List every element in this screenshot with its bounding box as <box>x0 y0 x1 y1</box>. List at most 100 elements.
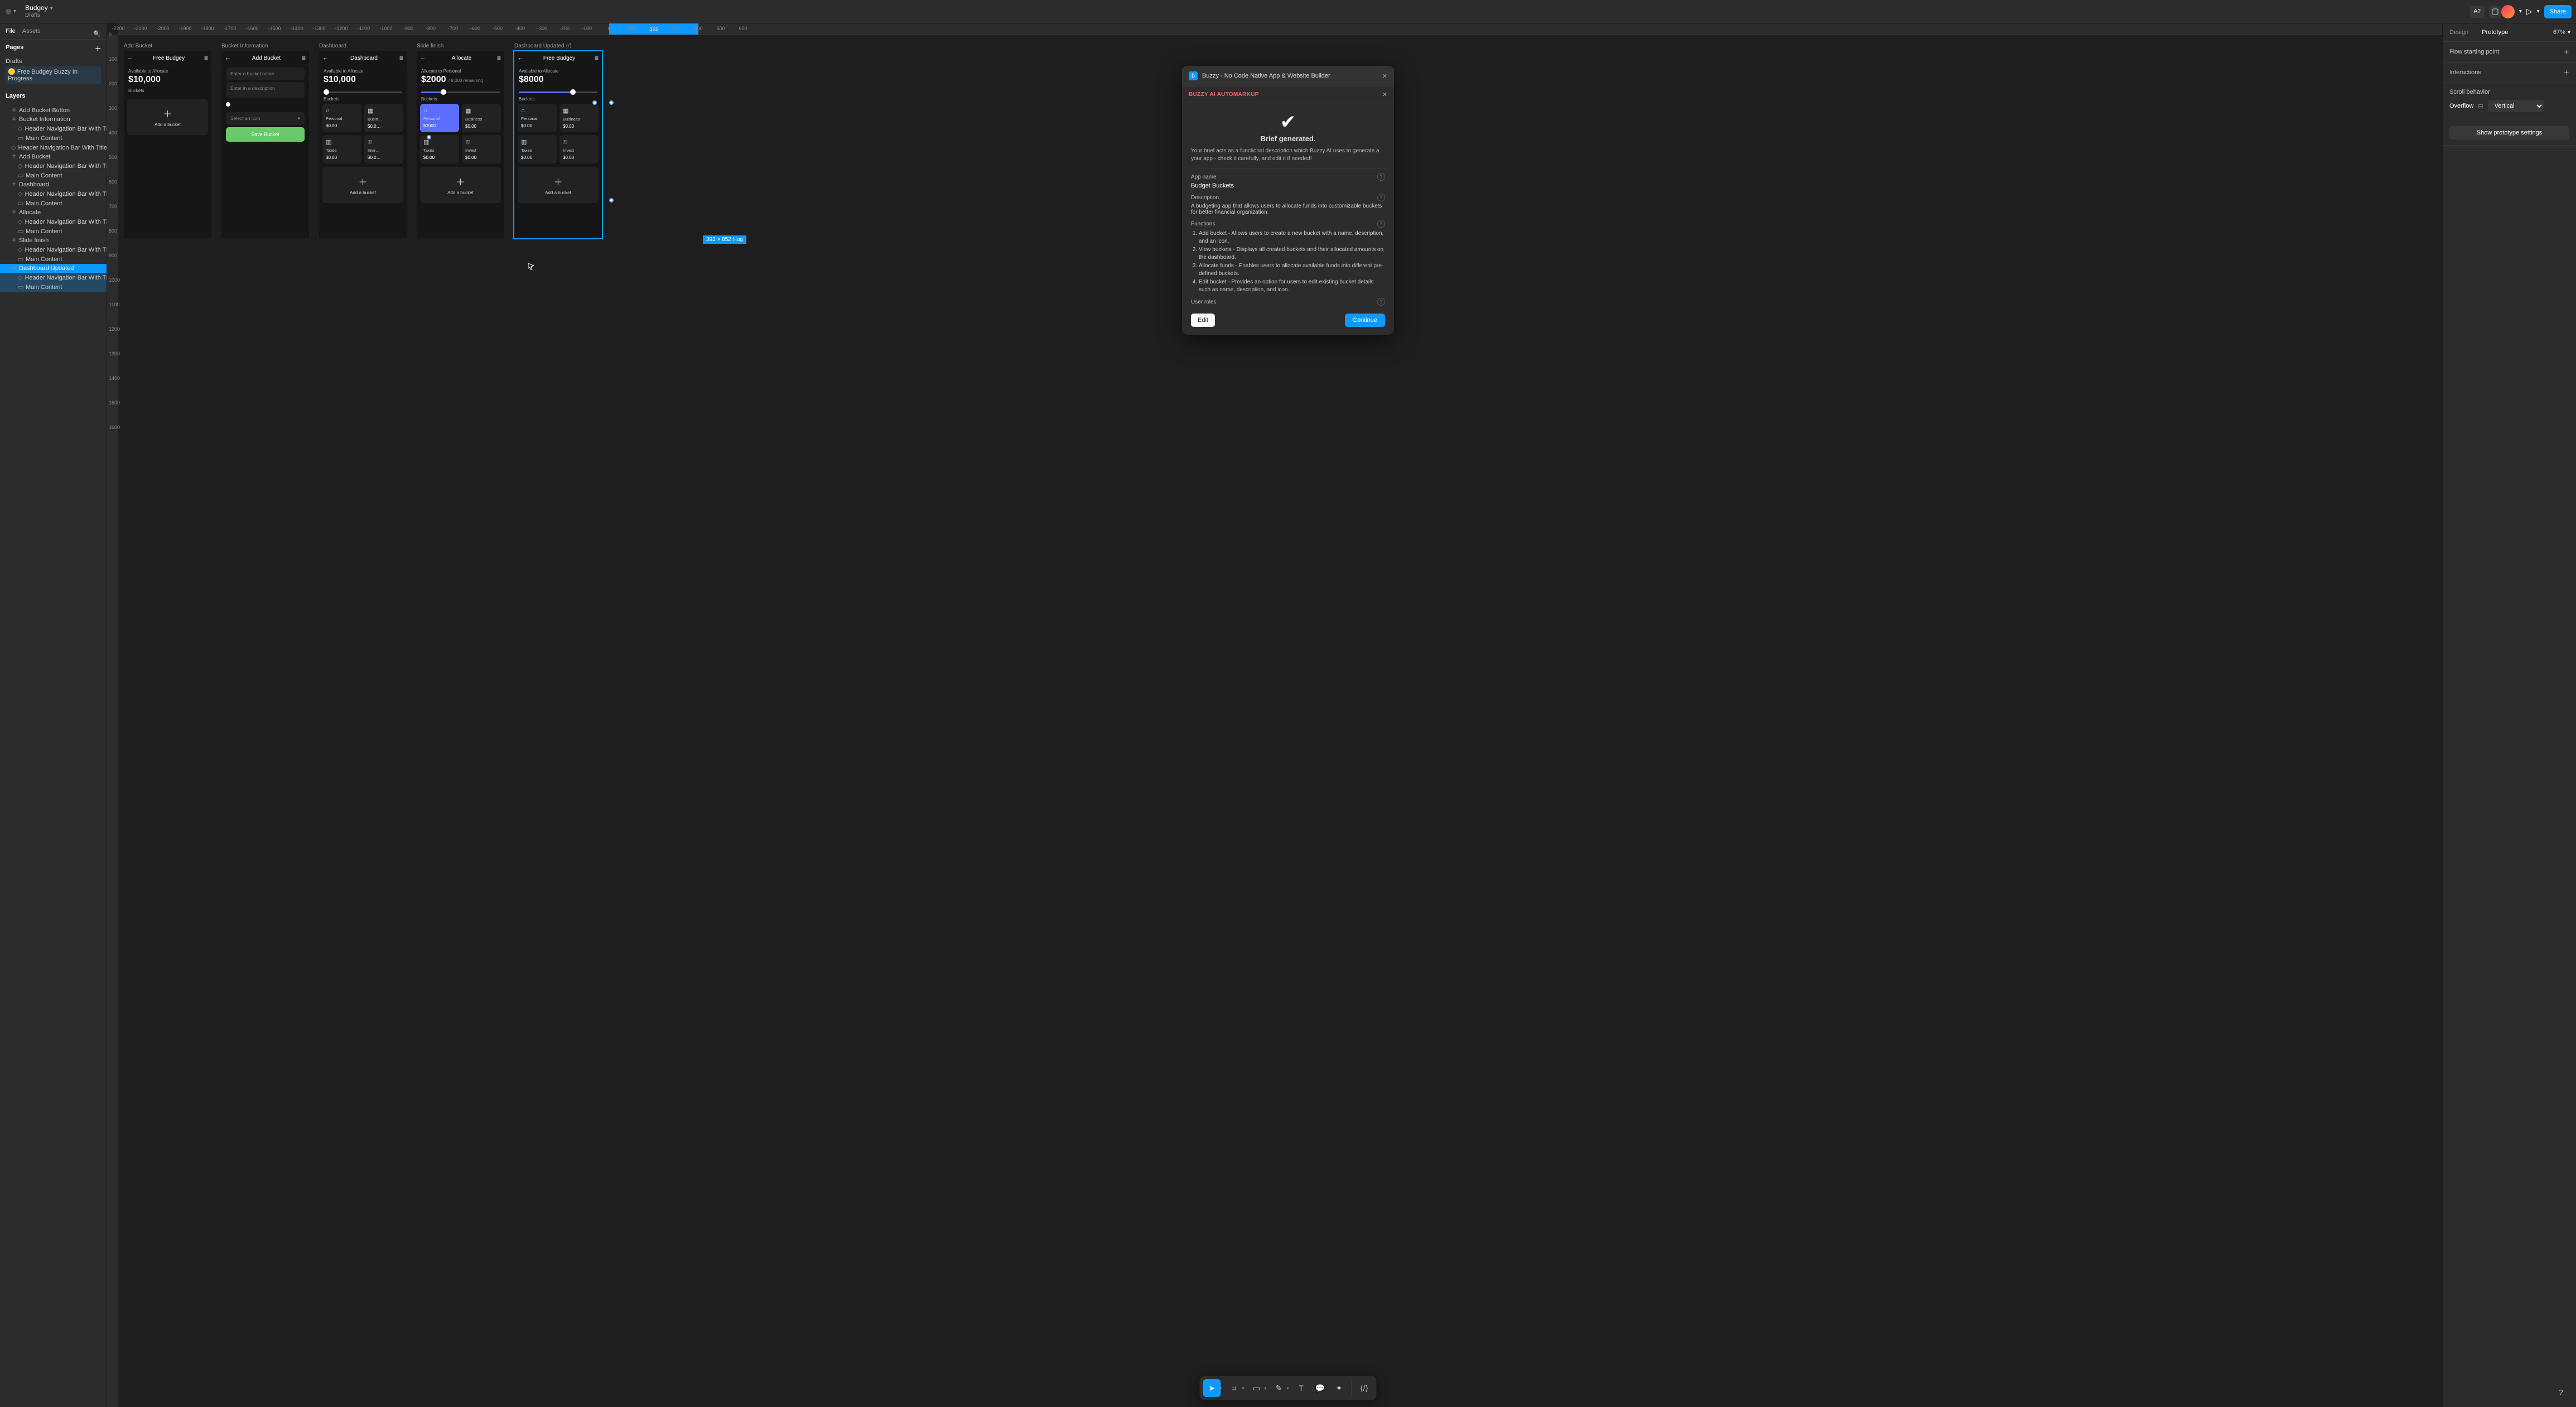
dimension-badge: 393 × 852 Hug <box>703 235 746 244</box>
layer-item[interactable]: #Dashboard Updated <box>0 264 107 273</box>
layer-item[interactable]: ▭Main Content <box>0 199 107 208</box>
layer-item[interactable]: #Add Bucket Button <box>0 106 107 115</box>
frame-bucket-info[interactable]: Bucket Information ←Add Bucket≡ Enter a … <box>221 43 309 238</box>
tool-frame[interactable]: ⌗ <box>1225 1379 1243 1397</box>
buckets-label: Buckets <box>514 97 602 104</box>
file-location[interactable]: Drafts <box>25 12 53 18</box>
scroll-behavior-section: Scroll behavior Overflow ⊟ Vertical <box>2443 83 2576 118</box>
tab-design[interactable]: Design <box>2443 23 2475 41</box>
add-interaction-icon[interactable]: ＋ <box>2563 68 2569 77</box>
frame-title: Free Budgey <box>543 55 575 61</box>
layer-item[interactable]: ▭Main Content <box>0 227 107 236</box>
modal-header: b Buzzy - No Code Native App & Website B… <box>1182 66 1394 86</box>
layer-item[interactable]: ▭Main Content <box>0 254 107 264</box>
file-info: Budgey▾ Drafts <box>25 4 53 18</box>
continue-button[interactable]: Continue <box>1345 314 1385 327</box>
tool-actions[interactable]: ✦ <box>1330 1379 1348 1397</box>
prototype-node[interactable] <box>609 100 614 105</box>
show-prototype-settings-button[interactable]: Show prototype settings <box>2449 126 2569 139</box>
help-icon[interactable]: ? <box>1377 298 1385 306</box>
add-bucket-button: ＋Add a bucket <box>420 167 501 203</box>
page-item-current[interactable]: 🟡 Free Budgey Buzzy In Progress <box>6 66 101 84</box>
layer-item[interactable]: ▭Main Content <box>0 171 107 180</box>
present-chevron-icon[interactable]: ▾ <box>2537 8 2540 15</box>
layer-item[interactable]: #Bucket Information <box>0 115 107 124</box>
avatar[interactable] <box>2501 5 2515 18</box>
layer-item[interactable]: ◇Header Navigation Bar With Title <box>0 217 107 227</box>
layer-item[interactable]: ◇Header Navigation Bar With Title <box>0 189 107 199</box>
file-name[interactable]: Budgey▾ <box>25 4 53 12</box>
chevron-down-icon[interactable]: ▾ <box>1219 1386 1222 1391</box>
frame-slide-finish[interactable]: Slide finish ←Allocate≡ Allocate to Pers… <box>417 43 504 238</box>
tool-pen[interactable]: ✎ <box>1270 1379 1288 1397</box>
share-button[interactable]: Share <box>2544 5 2572 18</box>
frame-title: Free Budgey <box>153 55 185 61</box>
ruler-horizontal: 393 -2200-2100-2000-1900-1800-1700-1600-… <box>118 23 2442 35</box>
add-flow-icon[interactable]: ＋ <box>2563 47 2569 56</box>
tab-assets[interactable]: Assets <box>22 28 41 39</box>
layer-item[interactable]: ◇Header Navigation Bar With Title <box>0 143 107 152</box>
layers-list[interactable]: #Add Bucket Button#Bucket Information◇He… <box>0 104 107 1407</box>
functions-list: Add bucket - Allows users to create a ne… <box>1191 230 1385 293</box>
page-item-drafts[interactable]: Drafts <box>6 56 101 66</box>
buckets-label: Buckets <box>417 97 504 104</box>
brief-title: Brief generated. <box>1191 134 1385 143</box>
figma-menu-icon[interactable]: ▾ <box>4 8 16 16</box>
tool-text[interactable]: T <box>1292 1379 1310 1397</box>
help-icon[interactable]: ? <box>1377 194 1385 201</box>
a11y-button[interactable]: A? <box>2470 6 2485 18</box>
chevron-down-icon[interactable]: ▾ <box>1242 1386 1244 1391</box>
help-fab[interactable]: ? <box>2554 1385 2568 1399</box>
help-icon[interactable]: ? <box>1377 173 1385 181</box>
present-button[interactable]: ▷ <box>2526 7 2532 16</box>
menu-icon: ≡ <box>399 54 403 62</box>
layer-item[interactable]: ◇Header Navigation Bar With Title <box>0 245 107 254</box>
chevron-down-icon[interactable]: ▾ <box>1287 1386 1289 1391</box>
frame-label: Bucket Information <box>221 43 309 49</box>
layer-item[interactable]: ◇Header Navigation Bar With Title <box>0 161 107 171</box>
amount: $10,000 <box>319 75 407 88</box>
zoom-control[interactable]: 67%▾ <box>2553 29 2576 36</box>
frame-dashboard-updated[interactable]: Dashboard Updated ⟨/⟩ ←Free Budgey≡ Avai… <box>514 43 602 238</box>
frame-add-bucket[interactable]: Add Bucket ←Free Budgey≡ Available to Al… <box>124 43 211 238</box>
close-icon[interactable]: ✕ <box>1382 91 1387 98</box>
amount: $8000 <box>514 75 602 88</box>
layer-item[interactable]: ▭Main Content <box>0 282 107 292</box>
layer-item[interactable]: ◇Header Navigation Bar With Title <box>0 273 107 282</box>
avatar-chevron-icon[interactable]: ▾ <box>2519 8 2522 15</box>
frame-label: Slide finish <box>417 43 504 49</box>
layer-item[interactable]: #Add Bucket <box>0 152 107 161</box>
bucket-grid: ⌂Personal$2000▦Business$0.00▥Taxes$0.00≋… <box>417 104 504 163</box>
layer-item[interactable]: #Allocate <box>0 208 107 217</box>
dev-mode-toggle[interactable] <box>2489 6 2501 18</box>
prototype-node[interactable] <box>609 198 614 203</box>
help-icon[interactable]: ? <box>1377 220 1385 228</box>
edit-button[interactable]: Edit <box>1191 314 1215 327</box>
layer-item[interactable]: ▭Main Content <box>0 133 107 143</box>
menu-icon: ≡ <box>302 54 306 62</box>
tab-prototype[interactable]: Prototype <box>2475 23 2515 41</box>
tab-file[interactable]: File <box>6 28 16 39</box>
prototype-node[interactable] <box>592 100 597 105</box>
prototype-node[interactable] <box>427 135 431 139</box>
search-icon[interactable]: 🔍 <box>93 30 101 37</box>
chevron-down-icon[interactable]: ▾ <box>1265 1386 1267 1391</box>
close-icon[interactable]: ✕ <box>1382 73 1387 80</box>
tool-comment[interactable]: 💬 <box>1311 1379 1329 1397</box>
tool-move[interactable]: ➤ <box>1203 1379 1221 1397</box>
add-page-icon[interactable]: ＋ <box>95 44 101 53</box>
layer-item[interactable]: #Slide finish <box>0 236 107 245</box>
topbar-left: ▾ Budgey▾ Drafts A? <box>4 4 2501 18</box>
layer-item[interactable]: #Dashboard <box>0 180 107 189</box>
add-bucket-button: ＋Add a bucket <box>127 99 208 135</box>
tool-shape[interactable]: ▭ <box>1248 1379 1266 1397</box>
frame-dashboard[interactable]: Dashboard ←Dashboard≡ Available to Alloc… <box>319 43 407 238</box>
frame-title: Add Bucket <box>252 55 281 61</box>
bucket-card: ⌂Personal$0.00 <box>518 104 557 132</box>
layer-item[interactable]: ◇Header Navigation Bar With Title <box>0 124 107 133</box>
bucket-grid: ⌂Personal$0.00▦Business$0.00▥Taxes$0.00≋… <box>514 104 602 163</box>
tool-devmode[interactable]: ⟨/⟩ <box>1355 1379 1373 1397</box>
function-item: Edit bucket - Provides an option for use… <box>1199 278 1385 293</box>
frame-title: Allocate <box>452 55 472 61</box>
overflow-select[interactable]: Vertical <box>2488 100 2544 112</box>
